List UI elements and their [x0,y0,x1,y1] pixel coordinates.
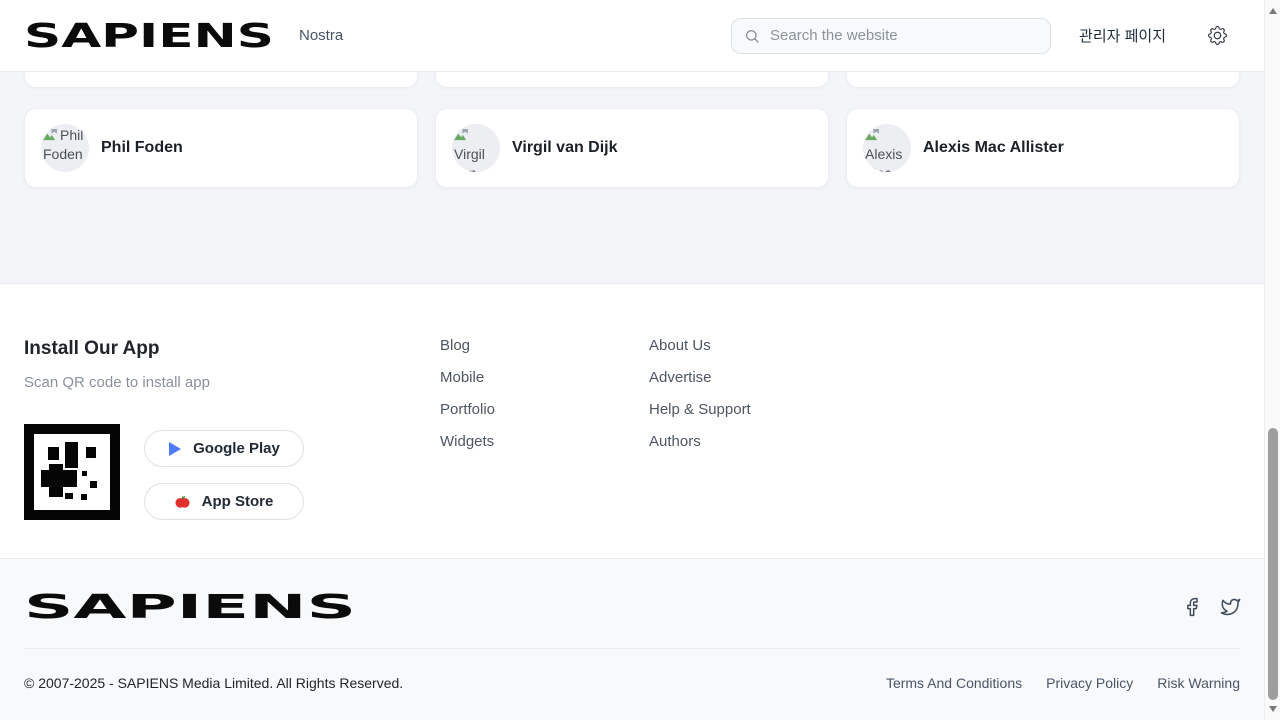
author-cards-row: Phil Foden Phil Foden Virgil van Dijk Vi… [24,108,1240,188]
google-play-label: Google Play [193,440,280,457]
copyright-text: © 2007-2025 - SAPIENS Media Limited. All… [24,675,403,691]
site-label: Nostra [299,27,343,44]
page: SAPIENS Nostra 관리자 페이지 Phil Foden [0,0,1280,720]
footer-link-advertise[interactable]: Advertise [649,370,712,385]
legal-links: Terms And Conditions Privacy Policy Risk… [886,675,1240,691]
install-app-section: Install Our App Scan QR code to install … [24,338,440,558]
search-icon [744,28,760,44]
scrollbar-down-arrow-icon[interactable] [1269,706,1277,712]
apple-icon [175,494,190,509]
author-name: Virgil van Dijk [512,139,618,157]
play-triangle-icon [168,442,181,456]
svg-text:SAPIENS: SAPIENS [24,589,356,625]
footer-link-authors[interactable]: Authors [649,434,701,449]
footer: Install Our App Scan QR code to install … [0,283,1264,558]
install-app-subtitle: Scan QR code to install app [24,374,440,391]
footer-link-help-support[interactable]: Help & Support [649,402,751,417]
avatar-broken-image: Virgil van Dijk [452,124,500,172]
search-box[interactable] [731,18,1051,54]
svg-text:SAPIENS: SAPIENS [24,18,274,54]
footer-link-about-us[interactable]: About Us [649,338,711,353]
avatar-alt-text: Virgil van Dijk [454,146,485,172]
author-card-phil-foden[interactable]: Phil Foden Phil Foden [24,108,418,188]
scrollbar-thumb[interactable] [1268,428,1278,700]
authors-grid: Phil Foden Phil Foden Virgil van Dijk Vi… [0,72,1264,283]
social-links [1182,597,1240,617]
avatar-alt-text: Alexis Mac Allister [865,146,907,172]
author-card-alexis-mac-allister[interactable]: Alexis Mac Allister Alexis Mac Allister [846,108,1240,188]
author-name: Phil Foden [101,139,183,157]
avatar-broken-image: Alexis Mac Allister [863,124,911,172]
search-input[interactable] [770,27,1038,44]
author-name: Alexis Mac Allister [923,139,1064,157]
admin-page-link[interactable]: 관리자 페이지 [1079,25,1166,46]
scrollbar[interactable] [1264,0,1280,720]
author-card-cutoff[interactable] [435,72,829,88]
author-card-virgil-van-dijk[interactable]: Virgil van Dijk Virgil van Dijk [435,108,829,188]
google-play-button[interactable]: Google Play [144,430,304,467]
install-app-title: Install Our App [24,338,440,360]
footer-link-mobile[interactable]: Mobile [440,370,484,385]
footer-link-widgets[interactable]: Widgets [440,434,494,449]
cutoff-cards-row [24,72,1240,88]
facebook-icon[interactable] [1182,597,1202,617]
broken-image-icon [454,129,469,141]
footer-bottom: SAPIENS © 2007-2025 - SAPIENS Media Limi… [0,558,1264,720]
broken-image-icon [865,129,880,141]
footer-links-column-2: About Us Advertise Help & Support Author… [649,338,858,558]
footer-link-portfolio[interactable]: Portfolio [440,402,495,417]
author-card-cutoff[interactable] [24,72,418,88]
qr-code-image [24,424,120,520]
risk-warning-link[interactable]: Risk Warning [1157,675,1240,691]
author-card-cutoff[interactable] [846,72,1240,88]
sapiens-logo[interactable]: SAPIENS [24,18,274,54]
sapiens-footer-logo: SAPIENS [24,589,356,625]
settings-button[interactable] [1206,25,1228,47]
footer-links-column-1: Blog Mobile Portfolio Widgets [440,338,649,558]
app-store-label: App Store [202,493,274,510]
footer-link-blog[interactable]: Blog [440,338,470,353]
terms-and-conditions-link[interactable]: Terms And Conditions [886,675,1022,691]
avatar-broken-image: Phil Foden [41,124,89,172]
header: SAPIENS Nostra 관리자 페이지 [0,0,1264,72]
broken-image-icon [43,129,58,141]
privacy-policy-link[interactable]: Privacy Policy [1046,675,1133,691]
scrollbar-up-arrow-icon[interactable] [1269,8,1277,14]
gear-icon [1208,26,1227,45]
twitter-icon[interactable] [1220,597,1240,617]
app-store-button[interactable]: App Store [144,483,304,520]
